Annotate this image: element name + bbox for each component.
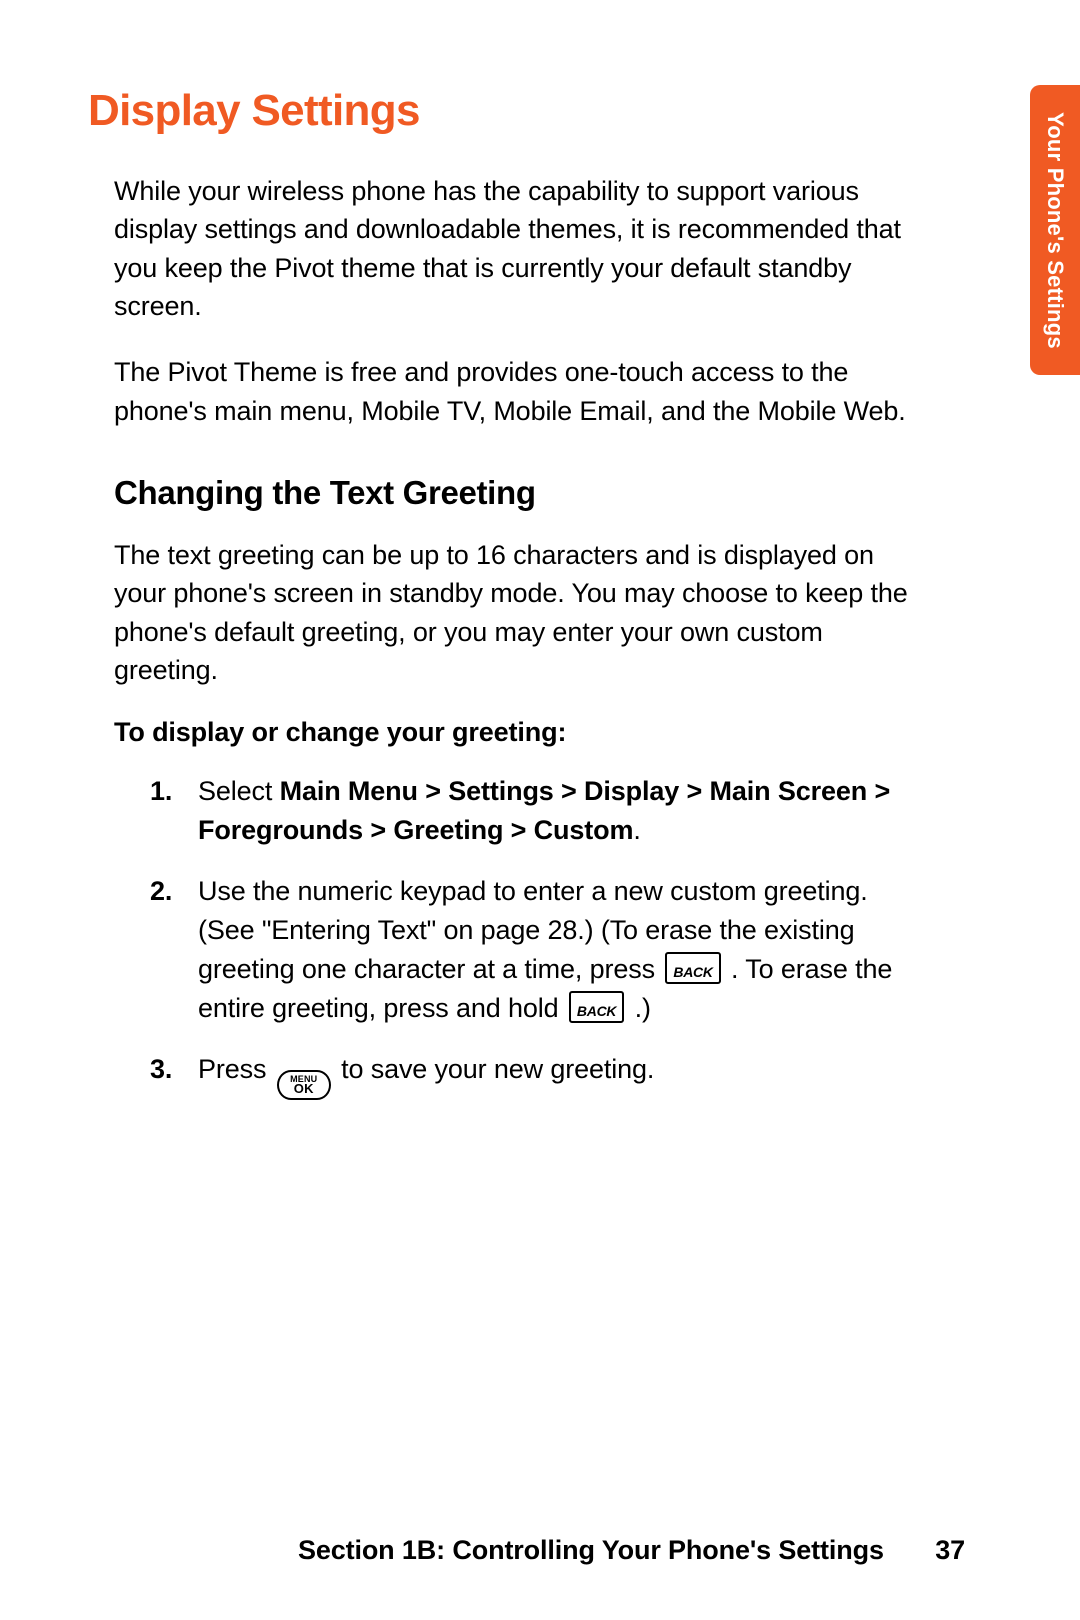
- step-text: Select: [198, 776, 280, 806]
- procedure-heading: To display or change your greeting:: [114, 717, 925, 748]
- section-tab-label: Your Phone's Settings: [1042, 112, 1068, 349]
- body-content: While your wireless phone has the capabi…: [88, 172, 965, 1100]
- manual-page: Your Phone's Settings Display Settings W…: [0, 0, 1080, 1620]
- back-key-icon: BACK: [569, 991, 624, 1023]
- step-3: 3. Press MENUOK to save your new greetin…: [150, 1050, 925, 1100]
- intro-paragraph-1: While your wireless phone has the capabi…: [114, 172, 925, 325]
- step-number: 1.: [150, 772, 172, 811]
- step-2: 2. Use the numeric keypad to enter a new…: [150, 872, 925, 1028]
- step-number: 2.: [150, 872, 172, 911]
- step-text-tail: to save your new greeting.: [334, 1054, 655, 1084]
- menu-ok-key-icon: MENUOK: [277, 1070, 331, 1100]
- page-title: Display Settings: [88, 86, 965, 136]
- step-number: 3.: [150, 1050, 172, 1089]
- step-text-tail: .): [627, 993, 651, 1023]
- menu-path: Main Menu > Settings > Display > Main Sc…: [198, 776, 890, 845]
- section-heading: Changing the Text Greeting: [114, 474, 925, 512]
- section-tab: Your Phone's Settings: [1030, 85, 1080, 375]
- step-text-tail: .: [633, 815, 640, 845]
- step-1: 1. Select Main Menu > Settings > Display…: [150, 772, 925, 850]
- intro-paragraph-2: The Pivot Theme is free and provides one…: [114, 353, 925, 430]
- page-footer: Section 1B: Controlling Your Phone's Set…: [0, 1535, 1080, 1566]
- footer-section-label: Section 1B: Controlling Your Phone's Set…: [298, 1535, 884, 1565]
- back-key-icon: BACK: [665, 952, 720, 984]
- step-text: Press: [198, 1054, 274, 1084]
- procedure-steps: 1. Select Main Menu > Settings > Display…: [114, 772, 925, 1100]
- page-number: 37: [935, 1535, 965, 1566]
- section-paragraph: The text greeting can be up to 16 charac…: [114, 536, 925, 689]
